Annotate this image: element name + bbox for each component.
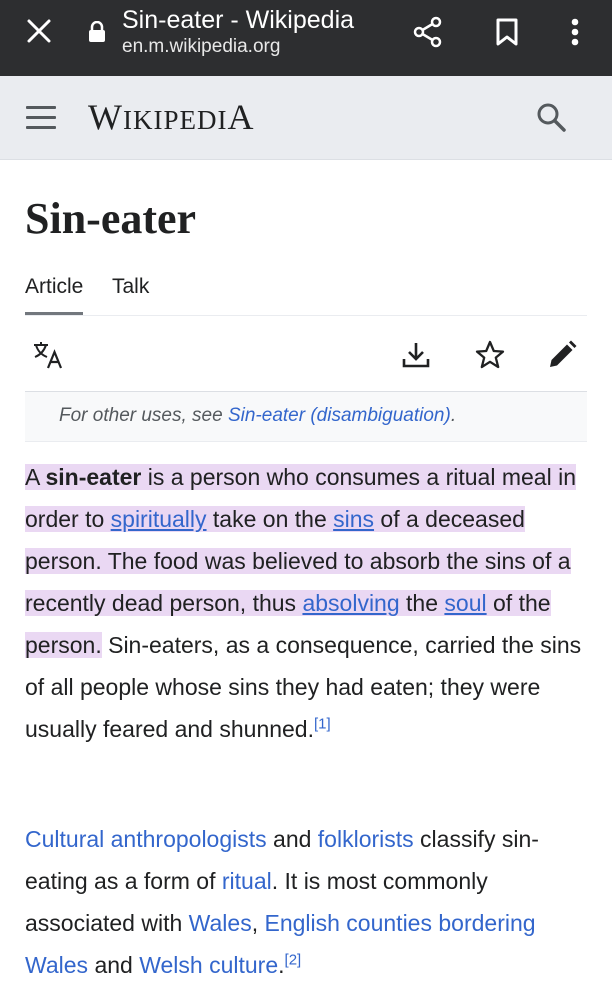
address-bar[interactable]: Sin-eater - Wikipedia en.m.wikipedia.org [122, 5, 354, 59]
watch-star-icon[interactable] [473, 338, 507, 372]
hatnote-prefix: For other uses, see [59, 405, 228, 426]
tab-article[interactable]: Article [25, 272, 84, 315]
edit-pencil-icon[interactable] [545, 338, 579, 372]
wordmark-last-letter: A [227, 97, 255, 137]
more-vert-icon[interactable] [560, 14, 590, 50]
link-folklorists[interactable]: folklorists [318, 826, 414, 852]
share-icon[interactable] [410, 14, 446, 50]
link-wales[interactable]: Wales [189, 910, 252, 936]
browser-page-title: Sin-eater - Wikipedia [122, 6, 355, 34]
search-icon[interactable] [534, 100, 570, 136]
download-icon[interactable] [399, 338, 433, 372]
link-spiritually[interactable]: spiritually [111, 506, 207, 532]
p2-text-1: and [266, 826, 318, 852]
browser-toolbar: Sin-eater - Wikipedia en.m.wikipedia.org [0, 0, 612, 76]
page-tabs: Article Talk [25, 272, 587, 316]
p1-text-5: the [399, 590, 445, 616]
disambiguation-link[interactable]: Sin-eater (disambiguation) [228, 405, 451, 426]
hatnote-suffix: . [450, 405, 457, 426]
link-cultural-anthropologists[interactable]: Cultural anthropologists [25, 826, 267, 852]
wikipedia-wordmark[interactable]: WIKIPEDIA [88, 96, 254, 138]
url-text: en.m.wikipedia.org [122, 36, 281, 57]
link-absolving[interactable]: absolving [302, 590, 399, 616]
wordmark-middle: IKIPEDI [122, 105, 228, 135]
bold-term: sin-eater [45, 464, 142, 490]
close-icon[interactable] [22, 14, 56, 48]
wordmark-first-letter: W [88, 97, 123, 137]
second-paragraph: Cultural anthropologists and folklorists… [25, 818, 595, 986]
reference-1-link[interactable]: [1] [314, 715, 331, 732]
language-icon[interactable] [31, 338, 65, 372]
page-actions [25, 316, 587, 392]
link-soul[interactable]: soul [444, 590, 486, 616]
bookmark-icon[interactable] [490, 14, 524, 50]
p2-text-4: , [251, 910, 265, 936]
intro-paragraph: A sin-eater is a person who consumes a r… [25, 456, 595, 750]
reference-2-link[interactable]: [2] [285, 951, 302, 968]
link-welsh-culture[interactable]: Welsh culture [139, 952, 278, 978]
link-ritual[interactable]: ritual [222, 868, 272, 894]
lock-icon [86, 20, 108, 44]
page-title: Sin-eater [25, 194, 197, 243]
wikipedia-header: WIKIPEDIA [0, 76, 612, 160]
tab-talk[interactable]: Talk [112, 272, 149, 302]
p1-text-7: Sin-eaters, as a consequence, carried th… [25, 632, 582, 742]
highlighted-text: A sin-eater is a person who consumes a r… [25, 464, 576, 658]
p1-text-1: A [25, 464, 46, 490]
p1-text-3: take on the [206, 506, 334, 532]
link-sins[interactable]: sins [333, 506, 374, 532]
hamburger-menu-icon[interactable] [26, 106, 56, 130]
hatnote: For other uses, see Sin-eater (disambigu… [25, 392, 587, 442]
reference-1[interactable]: [1] [314, 715, 331, 732]
reference-2[interactable]: [2] [285, 951, 302, 968]
p2-text-5: and [88, 952, 140, 978]
